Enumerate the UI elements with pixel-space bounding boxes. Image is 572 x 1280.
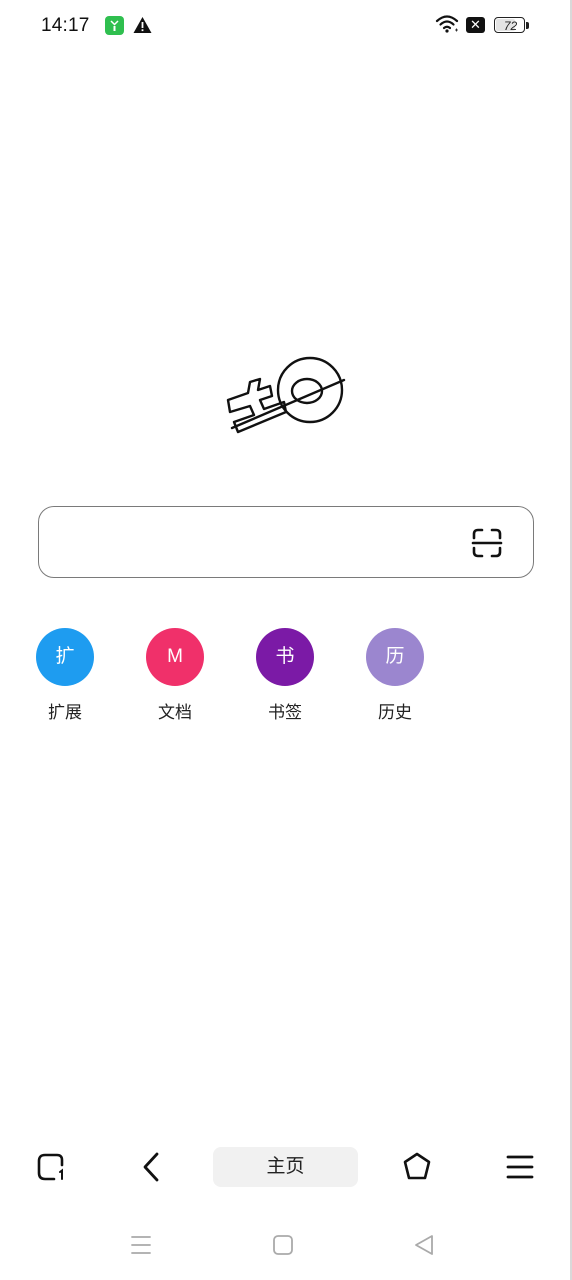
- tabs-icon[interactable]: [35, 1151, 67, 1183]
- battery-icon: 72: [494, 17, 530, 35]
- battery-level-text: 72: [503, 19, 518, 33]
- recents-icon[interactable]: [129, 1233, 153, 1257]
- search-input[interactable]: [38, 506, 534, 578]
- home-icon[interactable]: [271, 1233, 295, 1257]
- hexagon-icon[interactable]: [401, 1151, 433, 1183]
- system-nav-bar: [0, 1226, 572, 1266]
- x-badge-icon: ✕: [466, 17, 485, 33]
- shortcut-history[interactable]: 历 历史: [355, 628, 435, 728]
- status-time: 14:17: [41, 15, 90, 36]
- shortcut-bookmarks[interactable]: 书 书签: [245, 628, 325, 728]
- shortcut-documents-icon: M: [146, 628, 204, 686]
- back-icon[interactable]: [136, 1151, 168, 1183]
- shortcut-bookmarks-icon: 书: [256, 628, 314, 686]
- bottom-toolbar: 主页: [0, 1140, 572, 1194]
- shortcut-history-label: 历史: [378, 703, 412, 722]
- warning-icon: [133, 17, 152, 33]
- menu-icon[interactable]: [504, 1151, 536, 1183]
- scan-icon[interactable]: [471, 527, 503, 559]
- shortcut-grid: 扩 扩展 M 文档 书 书签 历 历史: [0, 628, 572, 728]
- status-bar: 14:17 ✕ 72: [0, 0, 572, 52]
- browser-logo-icon: [226, 356, 346, 434]
- wifi-icon: [435, 15, 459, 33]
- home-tab[interactable]: 主页: [213, 1147, 358, 1187]
- shortcut-history-icon: 历: [366, 628, 424, 686]
- shortcut-extensions-label: 扩展: [48, 703, 82, 722]
- back-triangle-icon[interactable]: [412, 1233, 436, 1257]
- app-notification-icon: [105, 16, 124, 35]
- shortcut-bookmarks-label: 书签: [268, 703, 302, 722]
- shortcut-extensions-icon: 扩: [36, 628, 94, 686]
- shortcut-documents[interactable]: M 文档: [135, 628, 215, 728]
- shortcut-documents-label: 文档: [158, 703, 192, 722]
- shortcut-extensions[interactable]: 扩 扩展: [25, 628, 105, 728]
